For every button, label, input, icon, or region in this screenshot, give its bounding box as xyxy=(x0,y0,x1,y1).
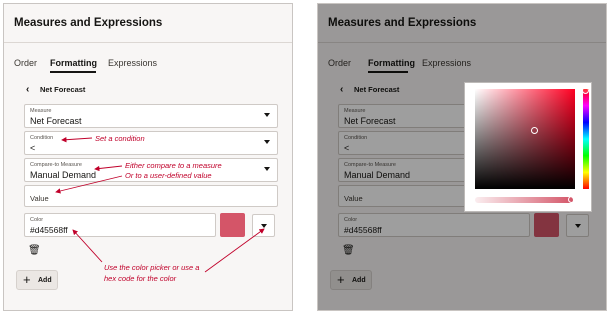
color-picker-popup[interactable] xyxy=(464,82,592,212)
alpha-slider[interactable] xyxy=(475,197,573,203)
saturation-value-area[interactable] xyxy=(475,89,575,189)
hue-slider[interactable] xyxy=(583,89,589,189)
hue-knob[interactable] xyxy=(582,87,589,94)
alpha-knob[interactable] xyxy=(568,196,575,203)
arrow-condition xyxy=(61,137,93,143)
sv-knob[interactable] xyxy=(531,127,538,134)
arrow-picker-button xyxy=(204,228,265,273)
arrow-hex xyxy=(72,229,103,263)
arrow-value xyxy=(55,175,123,194)
arrow-compare-measure xyxy=(94,165,123,172)
